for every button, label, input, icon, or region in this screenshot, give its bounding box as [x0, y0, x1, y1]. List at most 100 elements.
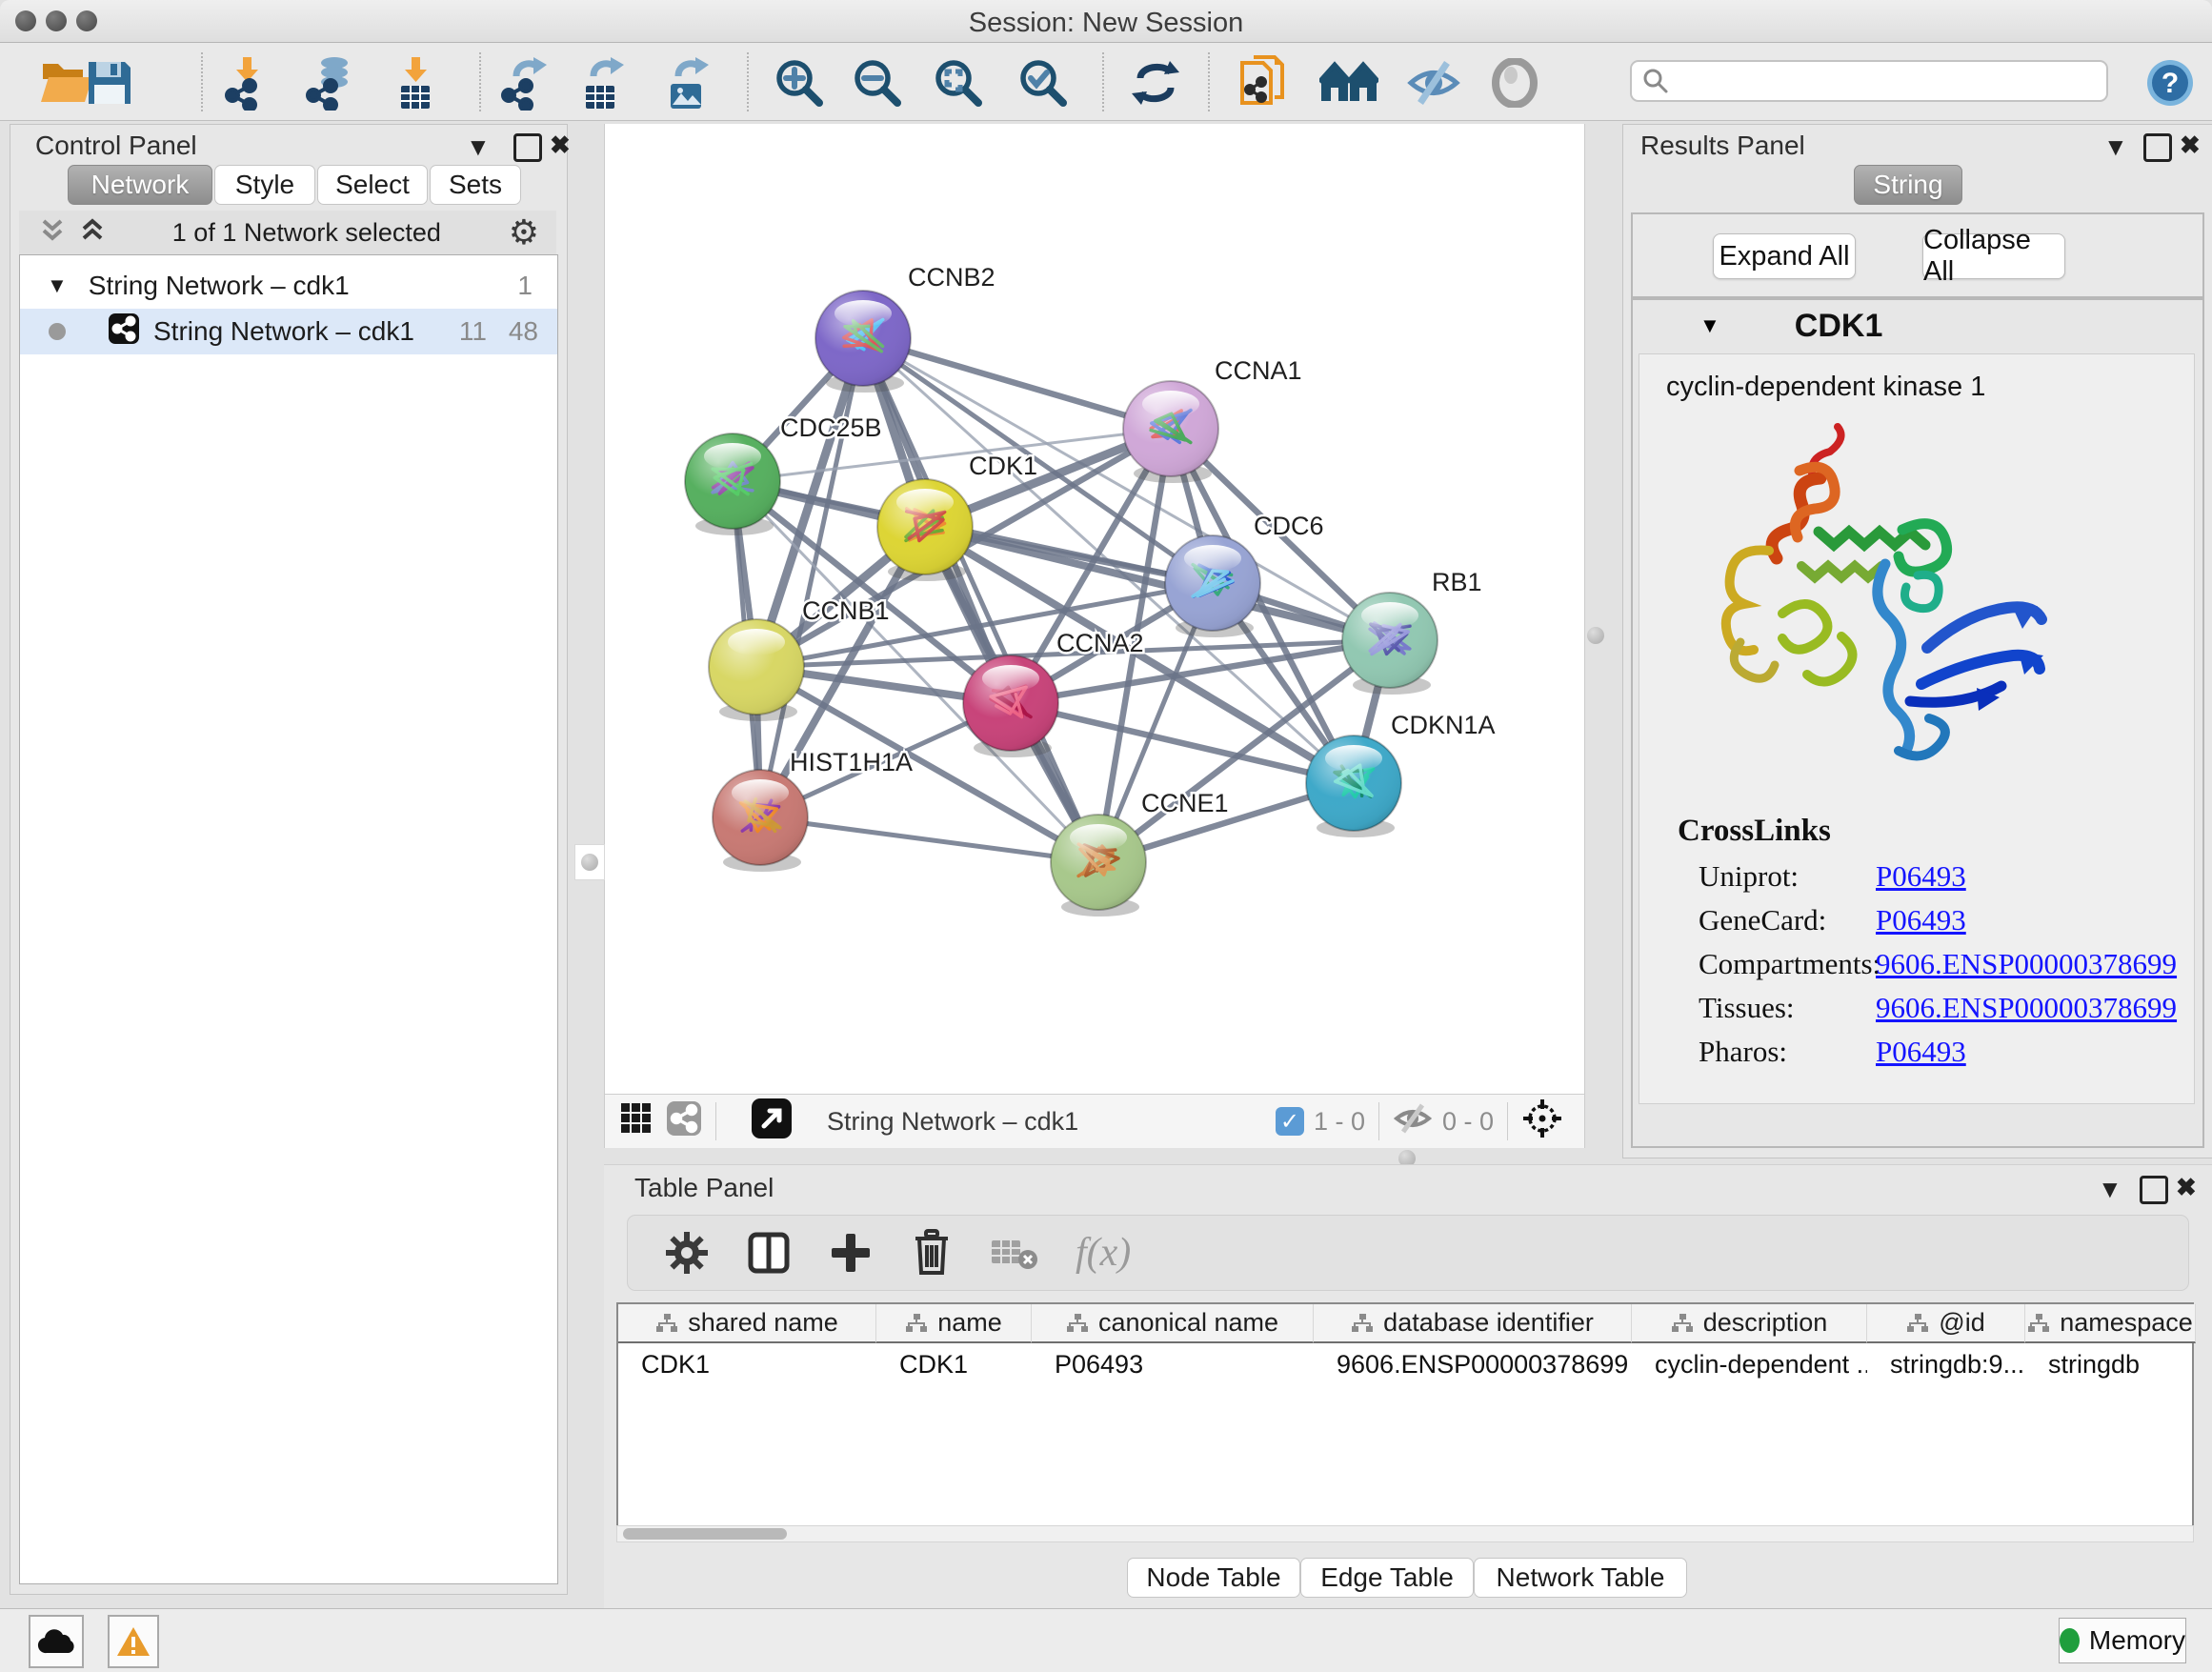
- crosslink-value-link[interactable]: 9606.ENSP00000378699: [1876, 991, 2177, 1025]
- table-cell[interactable]: stringdb: [2025, 1345, 2196, 1383]
- warning-button[interactable]: [108, 1615, 159, 1668]
- collapse-protein-icon[interactable]: ▼: [1699, 313, 1720, 338]
- column-header-database-identifier[interactable]: database identifier: [1314, 1304, 1632, 1343]
- column-header-namespace[interactable]: namespace: [2025, 1304, 2196, 1343]
- tree-expand-icon[interactable]: ▼: [47, 273, 68, 298]
- gear-icon[interactable]: ⚙: [509, 212, 539, 252]
- search-input[interactable]: [1630, 60, 2108, 102]
- protein-header[interactable]: ▼ CDK1: [1633, 300, 2202, 352]
- edge-count: 48: [509, 316, 538, 347]
- tab-network[interactable]: Network: [68, 165, 212, 205]
- import-network-database-icon[interactable]: [297, 54, 358, 111]
- collapse-all-button[interactable]: Collapse All: [1922, 233, 2065, 279]
- node-table[interactable]: shared nameCDK1nameCDK1canonical nameP06…: [616, 1302, 2194, 1542]
- table-cell[interactable]: CDK1: [876, 1345, 1032, 1383]
- hide-eye-icon[interactable]: [1403, 54, 1464, 111]
- network-canvas[interactable]: CCNB2CCNA1CDC25BCDK1CDC6RB1CCNB1CCNA2CDK…: [604, 124, 1585, 1094]
- import-table-file-icon[interactable]: [385, 54, 446, 111]
- zoom-out-icon[interactable]: [847, 54, 908, 111]
- node-ccne1[interactable]: CCNE1: [1051, 789, 1229, 917]
- delete-table-icon[interactable]: [990, 1233, 1039, 1273]
- delete-column-trash-icon[interactable]: [910, 1229, 954, 1277]
- add-column-icon[interactable]: [828, 1230, 874, 1276]
- node-cdkn1a[interactable]: CDKN1A: [1306, 711, 1496, 837]
- expand-all-icon[interactable]: [80, 217, 105, 249]
- column-header-shared-name[interactable]: shared name: [618, 1304, 876, 1343]
- table-panel-title: Table Panel: [634, 1173, 774, 1203]
- collapse-panel-icon[interactable]: ▼: [2103, 132, 2128, 162]
- collapse-panel-icon[interactable]: ▼: [2098, 1175, 2122, 1204]
- zoom-fit-icon[interactable]: [928, 54, 989, 111]
- table-horizontal-scrollbar[interactable]: [616, 1525, 2194, 1542]
- column-header-name[interactable]: name: [876, 1304, 1032, 1343]
- crosslink-value-link[interactable]: P06493: [1876, 1035, 1966, 1069]
- export-image-icon[interactable]: [656, 54, 717, 111]
- vertical-splitter-handle[interactable]: [574, 844, 605, 880]
- node-ccnb1[interactable]: CCNB1: [709, 596, 890, 721]
- network-collection-label: String Network – cdk1: [89, 271, 350, 301]
- column-header-canonical-name[interactable]: canonical name: [1032, 1304, 1314, 1343]
- memory-button[interactable]: Memory: [2059, 1618, 2186, 1663]
- crosslink-value-link[interactable]: 9606.ENSP00000378699: [1876, 947, 2177, 981]
- show-eye-icon[interactable]: [1484, 54, 1545, 111]
- show-columns-icon[interactable]: [746, 1230, 792, 1276]
- birds-eye-view-icon[interactable]: [620, 1102, 653, 1141]
- selected-checkbox-icon[interactable]: ✓: [1276, 1107, 1304, 1136]
- import-network-file-icon[interactable]: [216, 54, 277, 111]
- float-panel-icon[interactable]: [513, 133, 542, 162]
- collapse-all-icon[interactable]: [40, 217, 65, 249]
- vertical-splitter-handle[interactable]: [1587, 627, 1604, 644]
- collection-count: 1: [517, 271, 533, 301]
- float-panel-icon[interactable]: [2143, 133, 2172, 162]
- function-builder-icon[interactable]: f(x): [1076, 1230, 1131, 1276]
- table-cell[interactable]: stringdb:9...: [1867, 1345, 2025, 1383]
- column-header-description[interactable]: description: [1632, 1304, 1867, 1343]
- node-ccnb2[interactable]: CCNB2: [815, 263, 995, 393]
- collapse-panel-icon[interactable]: ▼: [466, 132, 491, 162]
- crosslink-value-link[interactable]: P06493: [1876, 859, 1966, 894]
- close-panel-icon[interactable]: ✖: [2176, 1173, 2197, 1202]
- table-toolbar: f(x): [627, 1215, 2189, 1291]
- scrollbar-thumb[interactable]: [623, 1528, 787, 1540]
- node-label-cdkn1a: CDKN1A: [1391, 711, 1496, 739]
- crosslink-value-link[interactable]: P06493: [1876, 903, 1966, 937]
- close-panel-icon[interactable]: ✖: [550, 131, 571, 160]
- zoom-selected-icon[interactable]: [1013, 54, 1074, 111]
- help-icon[interactable]: ?: [2140, 54, 2201, 111]
- table-cell[interactable]: CDK1: [618, 1345, 876, 1383]
- close-panel-icon[interactable]: ✖: [2180, 131, 2201, 160]
- tab-select[interactable]: Select: [317, 165, 428, 205]
- node-rb1[interactable]: RB1: [1342, 568, 1482, 695]
- tab-node-table[interactable]: Node Table: [1127, 1558, 1300, 1598]
- table-settings-gear-icon[interactable]: [664, 1230, 710, 1276]
- table-cell[interactable]: P06493: [1032, 1345, 1314, 1383]
- table-cell[interactable]: 9606.ENSP00000378699: [1314, 1345, 1632, 1383]
- crosslink-label: Pharos:: [1699, 1035, 1787, 1068]
- node-ccna1[interactable]: CCNA1: [1123, 356, 1302, 483]
- network-graph[interactable]: CCNB2CCNA1CDC25BCDK1CDC6RB1CCNB1CCNA2CDK…: [605, 124, 1584, 1094]
- hidden-eye-icon[interactable]: [1393, 1103, 1433, 1140]
- table-cell[interactable]: cyclin-dependent ...: [1632, 1345, 1867, 1383]
- tab-network-table[interactable]: Network Table: [1474, 1558, 1687, 1598]
- node-hist1h1a[interactable]: HIST1H1A: [713, 748, 913, 872]
- network-row-selected[interactable]: String Network – cdk1 11 48: [20, 309, 557, 354]
- tab-sets[interactable]: Sets: [430, 165, 521, 205]
- fit-selected-crosshair-icon[interactable]: [1521, 1098, 1563, 1146]
- tab-edge-table[interactable]: Edge Table: [1300, 1558, 1474, 1598]
- open-in-browser-icon[interactable]: [751, 1098, 793, 1146]
- network-collection-row[interactable]: ▼ String Network – cdk1 1: [20, 263, 557, 309]
- column-header--id[interactable]: @id: [1867, 1304, 2025, 1343]
- string-view-icon[interactable]: [666, 1100, 702, 1143]
- export-network-icon[interactable]: [494, 54, 555, 111]
- float-panel-icon[interactable]: [2140, 1176, 2168, 1204]
- cloud-button[interactable]: [29, 1615, 84, 1668]
- tab-string[interactable]: String: [1854, 165, 1962, 205]
- expand-all-button[interactable]: Expand All: [1713, 233, 1856, 279]
- refresh-icon[interactable]: [1125, 54, 1186, 111]
- export-table-icon[interactable]: [572, 54, 633, 111]
- zoom-in-icon[interactable]: [769, 54, 830, 111]
- homes-icon[interactable]: [1318, 54, 1379, 111]
- save-session-icon[interactable]: [79, 54, 140, 111]
- tab-style[interactable]: Style: [214, 165, 315, 205]
- string-document-icon[interactable]: [1234, 54, 1295, 111]
